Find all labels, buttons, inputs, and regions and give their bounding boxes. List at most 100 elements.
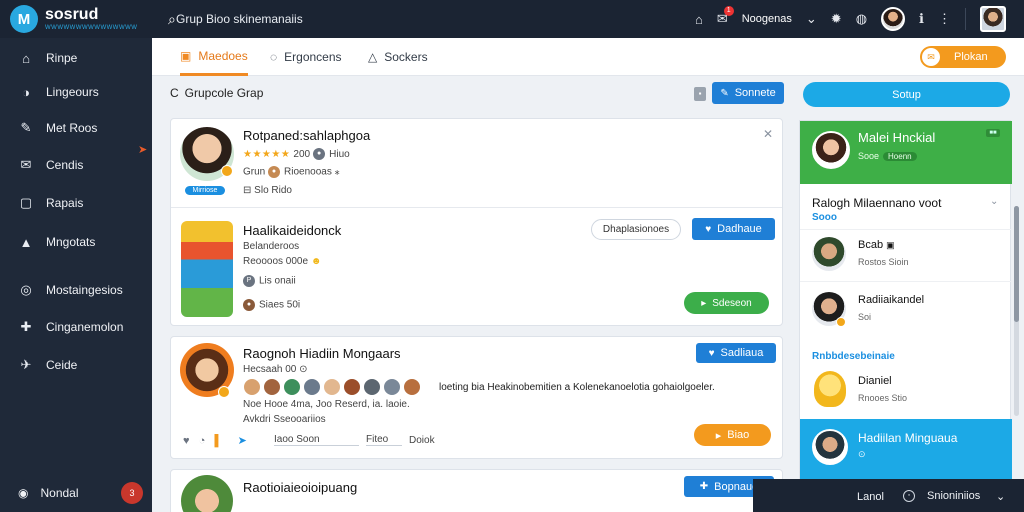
send-icon[interactable]: ➤ [238,435,247,447]
card-title[interactable]: Raotioiaieoioipuang [243,480,357,495]
card-title[interactable]: Raognoh Hiadiin Mongaars [243,346,401,361]
tab-label: Ergoncens [284,50,342,64]
sidebar-item-label: Met Roos [46,121,98,135]
sidebar-item-5[interactable]: ▲ Mngotats [18,232,148,252]
text-field[interactable]: Fiteo [366,434,402,446]
arrow-icon: ▸ [715,429,722,442]
comment-icon[interactable]: ◔ [199,435,206,447]
card: Raotioiaieoioipuang ✚ Bopnaue [170,469,783,512]
page-title-text: Grupcole Grap [184,86,264,100]
user-icon: P [243,275,255,287]
sidebar-user[interactable]: ◉ Nondal 3 [18,482,143,504]
text-field[interactable]: Iaoo Soon [274,434,359,446]
card-title[interactable]: Haalikaideidonck [243,223,341,238]
scrollbar-thumb[interactable] [1014,206,1019,322]
button-label: Sadliaua [720,347,764,359]
top-icons: ⌂ ✉ 1 Noogenas ⌄ ✹ ◍ ℹ ⋮ [695,4,1006,34]
sub-text: Sooe [858,151,880,161]
chevron-down-icon[interactable]: ⌄ [990,196,998,207]
user-badge: 3 [121,482,143,504]
top-user-label[interactable]: Noogenas [742,13,792,25]
header-button[interactable]: ✎ Sonnete [712,82,784,104]
card-link[interactable]: Doiok [409,435,435,446]
square-icon: ▢ [19,195,33,210]
tab-1[interactable]: ◌ Ergoncens [270,38,342,76]
brand[interactable]: M sosrud WWWWWWWWWWWWWWW [10,5,152,35]
panel-footer[interactable]: Hadiilan Minguaua ⊙ [800,419,1012,479]
card-title[interactable]: Rotpaned:sahlaphgoa [243,128,370,143]
emoji-icon: ☻ [310,256,322,267]
card-line: Noe Hooe 4ma, Joo Reserd, ia. laoie. [243,399,410,410]
plane-icon: ✈ [20,357,32,372]
top-search[interactable]: ⌕ Grup Bioo skinemanaiis [168,8,488,30]
card-line: P Lis onaii [243,275,296,287]
home-icon[interactable]: ⌂ [695,12,703,27]
scrollbar[interactable] [1014,206,1019,416]
list-item[interactable]: Radiiaikandel Soi [800,281,1012,341]
sidebar-item-label: Ceide [46,358,78,372]
target-icon: ◎ [20,282,32,297]
header-button-label: Sonnete [734,87,776,99]
share-icon[interactable]: ▌ [215,435,223,447]
sidebar-item-1[interactable]: ◑ Lingeours [18,82,148,102]
chevron-down-icon[interactable]: ⌄ [996,490,1005,503]
chevron-down-icon[interactable]: ⌄ [806,11,817,27]
user-icon: ● [268,166,281,178]
brand-logo: M [10,5,38,33]
secondary-button[interactable]: Dhaplasionoes [591,219,681,240]
heart-icon[interactable]: ♥ [183,435,190,447]
green-button[interactable]: ▸ Sdeseon [684,292,769,314]
bottom-bar-item[interactable]: ◦ Snioniniios [903,490,980,502]
info-icon[interactable]: ℹ [919,11,924,27]
sidebar-item-2[interactable]: ✎ Met Roos [18,118,148,138]
chat-icon[interactable]: ◍ [856,11,867,27]
card-line: Avkdri Sseooariios [243,414,326,425]
brand-name: sosrud [45,6,99,23]
setup-button[interactable]: Sotup [803,82,1010,107]
avatar [363,378,381,396]
avatar [283,378,301,396]
status-badge [218,386,230,398]
box-icon: ▣ [180,48,192,63]
profile-avatar[interactable] [980,6,1006,32]
list-item[interactable]: Bcab ▣ Rostos Sioin [800,229,1012,281]
language-icon: ◑ [22,84,30,100]
sidebar-item-6[interactable]: ◎ Mostaingesios [18,280,148,300]
sidebar-item-4[interactable]: ▢ Rapais [18,193,148,213]
tab-action-button[interactable]: ✉ Plokan [920,46,1006,68]
avatar[interactable] [881,7,906,31]
more-icon[interactable]: ⋮ [938,11,951,27]
list-item-name: Bcab ▣ [858,239,895,251]
notification-icon[interactable]: ✉ 1 [717,6,734,27]
tab-label: Maedoes [198,48,248,63]
sidebar-item-3[interactable]: ✉ Cendis [18,155,148,175]
avatar: ● [243,299,255,311]
back-icon[interactable]: C [170,86,179,100]
circle-icon: ◦ [903,490,915,502]
status-badge: Hoenn [883,152,917,161]
tab-0[interactable]: ▣ Maedoes [180,38,248,76]
card-line-text: Lis onaii [259,275,296,287]
rating-stars: ★★★★★ [243,149,291,160]
button-label: Bopnaue [714,480,759,493]
sidebar-item-7[interactable]: ✚ Cinganemolon [18,317,148,337]
close-icon[interactable]: ✕ [763,127,773,141]
plus-icon: ✚ [20,319,32,334]
primary-button[interactable]: ♥ Sadliaua [696,343,776,363]
edit-icon: ✎ [20,120,32,135]
lock-icon[interactable]: ▪ [694,87,706,101]
mail-icon: ✉ [20,157,32,172]
home-icon: ⌂ [22,50,30,66]
gear-icon[interactable]: ✹ [831,11,842,27]
list-item[interactable]: Dianiel Rnooes Stio [800,365,1012,417]
sidebar-item-0[interactable]: ⌂ Rinpe [18,48,148,68]
lock-icon: ⊟ [243,185,255,196]
tab-2[interactable]: △ Sockers [368,38,428,76]
sidebar-item-8[interactable]: ✈ Ceide [18,355,148,375]
orange-button[interactable]: ▸ Biao [694,424,771,446]
panel-user-name[interactable]: Malei Hnckial [858,130,935,145]
notification-badge: 1 [723,6,734,16]
avatar [812,237,846,271]
primary-button[interactable]: ♥ Dadhaue [692,218,775,240]
bottom-bar-label[interactable]: Lanol [857,491,884,503]
